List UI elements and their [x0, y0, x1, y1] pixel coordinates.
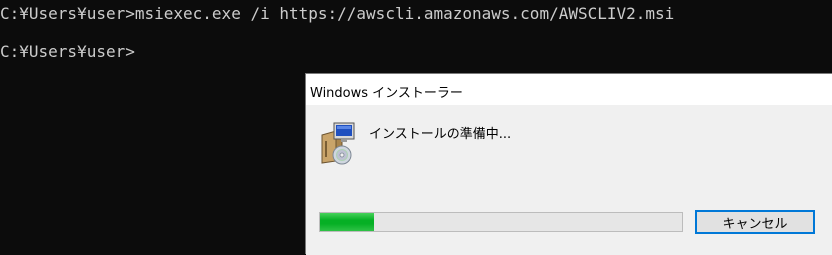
dialog-titlebar[interactable]: Windows インストーラー: [306, 74, 832, 105]
console-prompt-line: C:¥Users¥user>: [0, 42, 135, 61]
status-text: インストールの準備中...: [369, 127, 512, 142]
progress-bar: [319, 212, 683, 232]
dialog-title: Windows インストーラー: [310, 86, 463, 101]
windows-installer-dialog: Windows インストーラー インストールの準備中... キャンセル: [305, 73, 832, 255]
progress-fill: [320, 213, 375, 231]
dialog-body: インストールの準備中... キャンセル: [306, 105, 832, 255]
console-command-line: C:¥Users¥user>msiexec.exe /i https://aws…: [0, 4, 675, 23]
installer-package-icon: [320, 121, 356, 165]
cancel-button[interactable]: キャンセル: [695, 210, 815, 234]
